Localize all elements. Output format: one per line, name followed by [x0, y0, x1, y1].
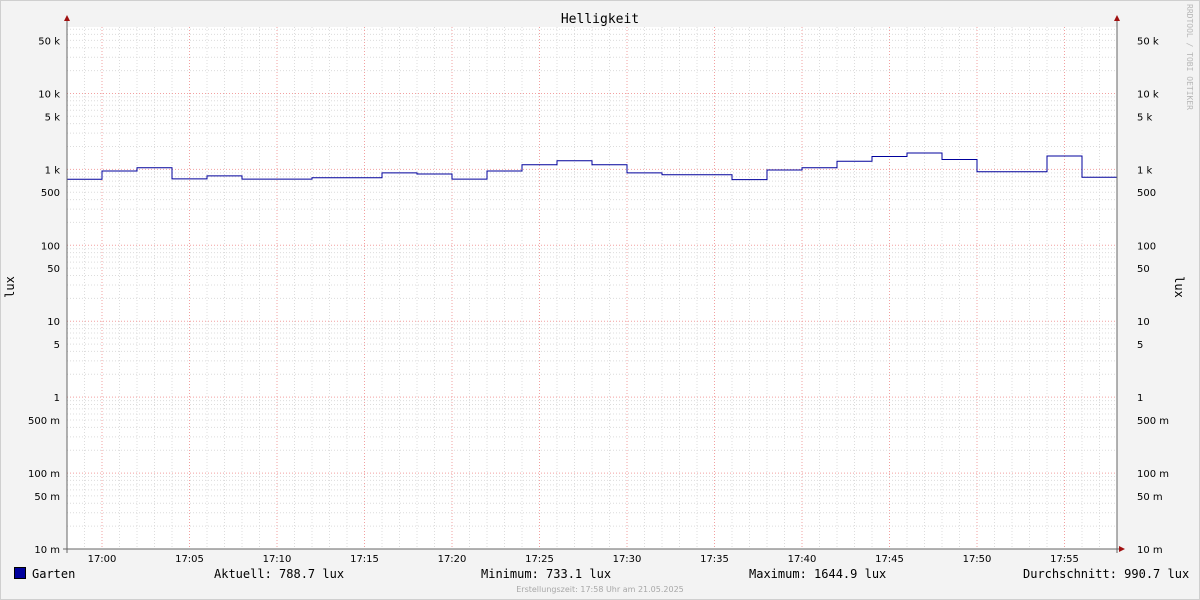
y-tick-label-right: 500 m — [1137, 416, 1169, 427]
y-tick-label-right: 50 m — [1137, 492, 1163, 503]
y-tick-label-left: 1 k — [45, 165, 61, 176]
y-axis-label-left: lux — [3, 276, 17, 298]
legend-current: Aktuell: 788.7 lux — [214, 567, 345, 581]
x-tick-label: 17:00 — [88, 554, 117, 565]
y-axis-label-right: lux — [1172, 276, 1186, 298]
y-tick-label-right: 50 k — [1137, 36, 1159, 47]
legend-minimum: Minimum: 733.1 lux — [481, 567, 612, 581]
watermark: RRDTOOL / TOBI OETIKER — [1185, 4, 1194, 110]
y-tick-label-right: 10 k — [1137, 89, 1159, 100]
y-tick-label-left: 100 — [41, 241, 60, 252]
legend-series: Garten — [14, 567, 75, 581]
x-tick-label: 17:05 — [175, 554, 204, 565]
x-tick-label: 17:45 — [875, 554, 904, 565]
y-tick-label-right: 1 k — [1137, 165, 1153, 176]
y-tick-label-right: 5 k — [1137, 112, 1153, 123]
y-tick-label-left: 50 k — [38, 36, 60, 47]
x-tick-label: 17:15 — [350, 554, 379, 565]
y-tick-label-right: 500 — [1137, 188, 1156, 199]
y-tick-label-left: 500 m — [28, 416, 60, 427]
y-tick-label-left: 100 m — [28, 469, 60, 480]
x-tick-label: 17:40 — [788, 554, 817, 565]
y-tick-label-left: 50 — [47, 264, 60, 275]
legend-swatch — [14, 567, 26, 579]
y-tick-label-left: 10 — [47, 317, 60, 328]
y-tick-label-left: 1 — [54, 393, 60, 404]
y-tick-label-right: 100 — [1137, 241, 1156, 252]
y-tick-label-left: 5 — [54, 340, 60, 351]
x-tick-label: 17:50 — [963, 554, 992, 565]
y-tick-label-left: 10 k — [38, 89, 60, 100]
y-tick-label-left: 50 m — [34, 492, 60, 503]
x-tick-label: 17:25 — [525, 554, 554, 565]
legend-maximum: Maximum: 1644.9 lux — [749, 567, 887, 581]
legend-series-name: Garten — [32, 567, 76, 581]
y-tick-label-right: 100 m — [1137, 469, 1169, 480]
brightness-chart: 10 m 10 m 50 m 50 m 100 m 100 m 500 m 500 m 1 1 5 5… — [0, 0, 1200, 600]
x-tick-label: 17:10 — [263, 554, 292, 565]
creation-time: Erstellungszeit: 17:58 Uhr am 21.05.2025 — [516, 585, 684, 594]
x-tick-label: 17:30 — [613, 554, 642, 565]
chart-title: Helligkeit — [561, 12, 639, 27]
y-tick-label-left: 5 k — [45, 112, 61, 123]
x-tick-label: 17:20 — [438, 554, 467, 565]
y-tick-label-right: 5 — [1137, 340, 1143, 351]
x-tick-label: 17:35 — [700, 554, 729, 565]
y-tick-label-left: 10 m — [34, 545, 60, 556]
legend-average: Durchschnitt: 990.7 lux — [1023, 567, 1190, 581]
y-tick-label-right: 10 — [1137, 317, 1150, 328]
y-tick-label-right: 1 — [1137, 393, 1143, 404]
y-tick-label-right: 50 — [1137, 264, 1150, 275]
x-tick-label: 17:55 — [1050, 554, 1079, 565]
y-tick-label-left: 500 — [41, 188, 60, 199]
y-tick-label-right: 10 m — [1137, 545, 1163, 556]
